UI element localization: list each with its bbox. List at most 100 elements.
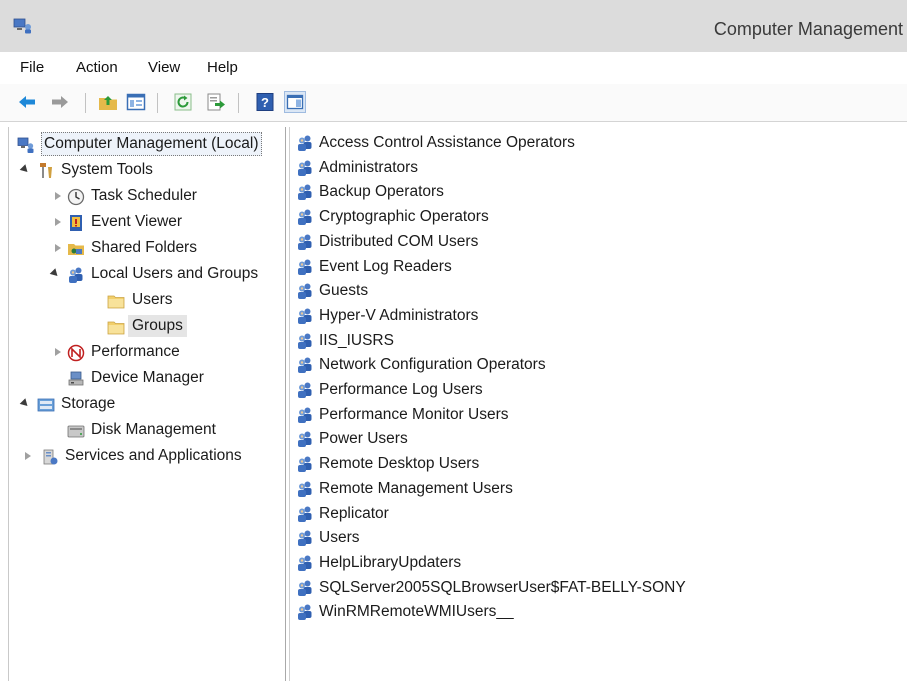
groups-list[interactable]: Access Control Assistance Operators Admi…: [290, 127, 907, 681]
tree-node-local-users-and-groups[interactable]: Local Users and Groups: [17, 263, 285, 287]
group-icon: [296, 282, 314, 300]
tree-label: Storage: [61, 395, 116, 412]
group-icon: [296, 159, 314, 177]
tree-node-users[interactable]: Users: [17, 289, 217, 313]
collapse-arrow-icon[interactable]: [49, 268, 61, 279]
group-icon: [296, 233, 314, 251]
tree-label: Task Scheduler: [91, 187, 197, 204]
console-tree[interactable]: Computer Management (Local) System Tools…: [8, 127, 286, 681]
expand-arrow-icon[interactable]: [25, 452, 31, 460]
tree-node-storage[interactable]: Storage: [17, 393, 277, 417]
svg-text:?: ?: [261, 95, 269, 110]
group-name: Cryptographic Operators: [319, 208, 489, 226]
computer-management-app-icon[interactable]: [13, 18, 33, 34]
tree-label: Shared Folders: [91, 239, 197, 256]
group-icon: [296, 381, 314, 399]
group-icon: [296, 356, 314, 374]
collapse-arrow-icon[interactable]: [19, 398, 31, 409]
services-icon: [43, 449, 58, 465]
group-icon: [296, 554, 314, 572]
tree-node-services-and-applications[interactable]: Services and Applications: [17, 445, 285, 469]
group-name: Power Users: [319, 430, 408, 448]
clock-icon: [67, 188, 85, 206]
storage-icon: [37, 398, 55, 412]
tree-node-disk-management[interactable]: Disk Management: [17, 419, 277, 443]
group-name: Backup Operators: [319, 183, 444, 201]
up-folder-icon[interactable]: [98, 92, 118, 112]
tree-label: Computer Management (Local): [41, 132, 262, 156]
action-pane-icon[interactable]: [284, 91, 306, 113]
forward-arrow-icon[interactable]: [50, 92, 70, 112]
group-icon: [296, 134, 314, 152]
collapse-arrow-icon[interactable]: [19, 164, 31, 175]
disk-management-icon: [67, 425, 85, 438]
tree-label: Local Users and Groups: [91, 265, 259, 282]
back-arrow-icon[interactable]: [17, 92, 37, 112]
performance-icon: [67, 344, 85, 362]
tree-node-device-manager[interactable]: Device Manager: [17, 367, 277, 391]
group-name: Distributed COM Users: [319, 232, 479, 250]
group-name: Network Configuration Operators: [319, 356, 546, 374]
tree-label: Groups: [128, 315, 187, 337]
system-tools-icon: [40, 163, 52, 178]
tree-node-groups[interactable]: Groups: [17, 315, 217, 339]
group-icon: [296, 406, 314, 424]
menu-view[interactable]: View: [148, 59, 180, 76]
expand-arrow-icon[interactable]: [55, 192, 61, 200]
expand-arrow-icon[interactable]: [55, 244, 61, 252]
group-icon: [296, 258, 314, 276]
tree-label: Performance: [91, 343, 180, 360]
tree-node-shared-folders[interactable]: Shared Folders: [17, 237, 277, 261]
refresh-icon[interactable]: [173, 92, 193, 112]
tree-label: System Tools: [61, 161, 153, 178]
group-icon: [296, 332, 314, 350]
tree-node-performance[interactable]: Performance: [17, 341, 277, 365]
tree-label: Users: [132, 291, 173, 308]
expand-arrow-icon[interactable]: [55, 348, 61, 356]
toolbar-separator: [157, 93, 158, 113]
tree-node-task-scheduler[interactable]: Task Scheduler: [17, 185, 277, 209]
computer-management-icon: [17, 137, 34, 153]
group-icon: [296, 430, 314, 448]
tree-node-event-viewer[interactable]: Event Viewer: [17, 211, 277, 235]
group-icon: [296, 455, 314, 473]
group-icon: [296, 505, 314, 523]
group-icon: [296, 603, 314, 621]
group-name: Replicator: [319, 504, 389, 522]
help-icon[interactable]: ?: [255, 92, 275, 112]
tree-label: Services and Applications: [65, 447, 242, 464]
tree-label: Disk Management: [91, 421, 216, 438]
tree-node-system-tools[interactable]: System Tools: [17, 159, 277, 183]
menu-file[interactable]: File: [20, 59, 44, 76]
tree-node-computer-management[interactable]: Computer Management (Local): [17, 132, 285, 157]
group-name: SQLServer2005SQLBrowserUser$FAT-BELLY-SO…: [319, 578, 686, 596]
show-hide-console-tree-icon[interactable]: [126, 92, 146, 112]
users-group-icon: [67, 266, 85, 284]
folder-icon: [107, 318, 125, 336]
export-list-icon[interactable]: [206, 92, 226, 112]
group-icon: [296, 529, 314, 547]
group-name: HelpLibraryUpdaters: [319, 553, 462, 571]
group-name: Remote Desktop Users: [319, 455, 480, 473]
group-name: Hyper-V Administrators: [319, 306, 479, 324]
menu-action[interactable]: Action: [76, 59, 118, 76]
title-bar: Computer Management: [0, 0, 907, 52]
group-name: Remote Management Users: [319, 479, 513, 497]
group-name: Administrators: [319, 158, 419, 176]
group-name: IIS_IUSRS: [319, 331, 394, 349]
menu-help[interactable]: Help: [207, 59, 238, 76]
folder-icon: [107, 292, 125, 310]
expand-arrow-icon[interactable]: [55, 218, 61, 226]
toolbar: ?: [0, 84, 907, 122]
toolbar-separator: [85, 93, 86, 113]
window-title: Computer Management: [713, 19, 903, 39]
group-icon: [296, 208, 314, 226]
tree-label: Device Manager: [91, 369, 204, 386]
event-viewer-icon: [70, 215, 82, 231]
group-name: Guests: [319, 282, 369, 300]
shared-folder-icon: [68, 244, 84, 255]
group-icon: [296, 579, 314, 597]
group-icon: [296, 307, 314, 325]
group-name: Users: [319, 529, 360, 547]
menu-bar: File Action View Help: [0, 52, 907, 84]
